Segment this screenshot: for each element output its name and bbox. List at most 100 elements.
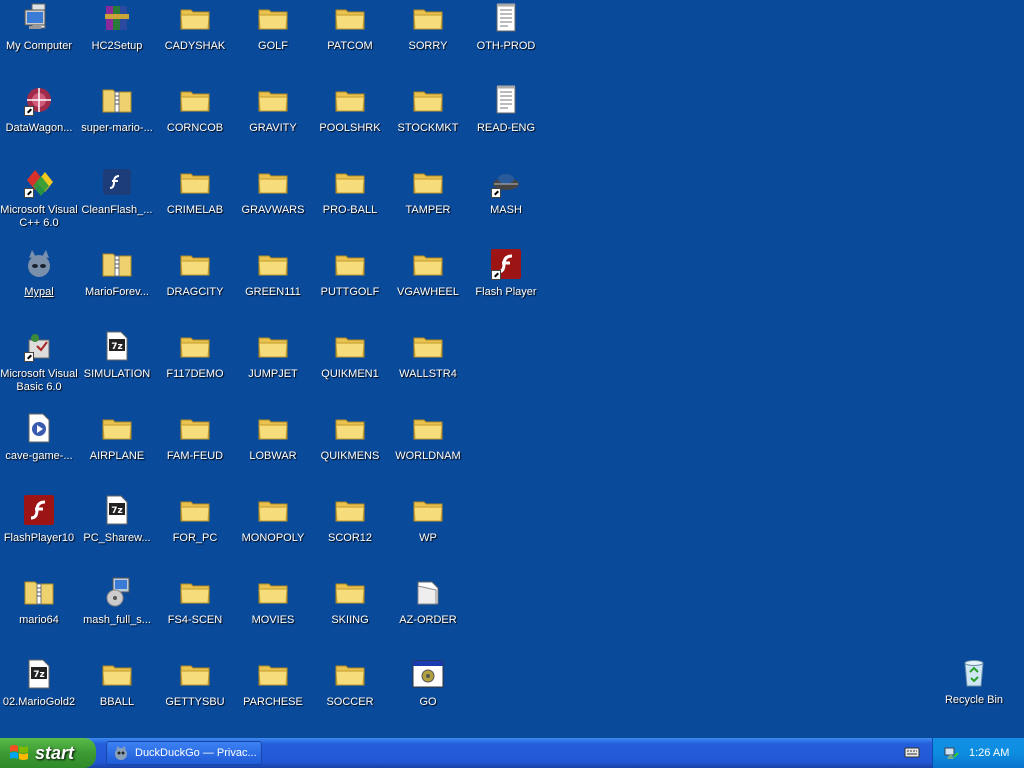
desktop-icon-label: Flash Player [475,286,537,298]
desktop-icon-label: MASH [490,204,522,216]
folderfile-icon [412,576,444,608]
desktop-icon-cave-game[interactable]: cave-game-... [0,412,78,463]
desktop-icon-skiing[interactable]: SKIING [311,576,389,627]
textfile-icon [490,84,522,116]
desktop-icon-f117demo[interactable]: F117DEMO [156,330,234,381]
desktop-icon-gravity[interactable]: GRAVITY [234,84,312,135]
desktop-icon-gettysbu[interactable]: GETTYSBU [156,658,234,709]
desktop-icon-read-eng[interactable]: READ-ENG [467,84,545,135]
desktop-icon-wallstr4[interactable]: WALLSTR4 [389,330,467,381]
desktop-icon-flashplayer10[interactable]: FlashPlayer10 [0,494,78,545]
taskbar-window-title: DuckDuckGo — Privac... [135,747,257,759]
desktop-icon-mash-full-s[interactable]: mash_full_s... [78,576,156,627]
desktop-icon-golf[interactable]: GOLF [234,2,312,53]
desktop-icon-green111[interactable]: GREEN111 [234,248,312,299]
desktop-icon-mypal[interactable]: Mypal [0,248,78,299]
network-icon[interactable] [943,745,959,761]
folder-icon [257,2,289,34]
zipfolder-icon [23,576,55,608]
folder-icon [179,576,211,608]
desktop-icon-for-pc[interactable]: FOR_PC [156,494,234,545]
folder-icon [257,412,289,444]
desktop[interactable]: My Computer DataWagon... Microsoft Visual … [0,0,1024,738]
desktop-icon-simulation[interactable]: 7z SIMULATION [78,330,156,381]
recycle-bin-icon[interactable]: Recycle Bin [935,656,1013,707]
vcpp-icon [23,166,55,198]
zipfolder-icon [101,84,133,116]
desktop-icon-label: mash_full_s... [83,614,151,626]
desktop-icon-az-order[interactable]: AZ-ORDER [389,576,467,627]
folder-icon [334,248,366,280]
desktop-icon-label: mario64 [19,614,59,626]
vb-icon [23,330,55,362]
media-icon [23,412,55,444]
desktop-icon-corncob[interactable]: CORNCOB [156,84,234,135]
desktop-icon-label: GOLF [258,40,288,52]
desktop-icon-quikmen1[interactable]: QUIKMEN1 [311,330,389,381]
desktop-icon-gravwars[interactable]: GRAVWARS [234,166,312,217]
desktop-icon-label: GO [419,696,437,708]
folder-icon [412,494,444,526]
desktop-icon-label: super-mario-... [81,122,153,134]
desktop-icon-airplane[interactable]: AIRPLANE [78,412,156,463]
folder-icon [257,84,289,116]
desktop-icon-tamper[interactable]: TAMPER [389,166,467,217]
datawagon-icon [23,84,55,116]
clock[interactable]: 1:26 AM [969,747,1009,759]
desktop-icon-label: PC_Sharew... [83,532,151,544]
desktop-icon-go[interactable]: GO [389,658,467,709]
desktop-icon-02-mariogold2[interactable]: 7z 02.MarioGold2 [0,658,78,709]
flash-icon [490,248,522,280]
desktop-icon-label: CORNCOB [166,122,224,134]
desktop-icon-crimelab[interactable]: CRIMELAB [156,166,234,217]
desktop-icon-stockmkt[interactable]: STOCKMKT [389,84,467,135]
desktop-icon-dragcity[interactable]: DRAGCITY [156,248,234,299]
desktop-icon-marioforev[interactable]: MarioForev... [78,248,156,299]
folder-icon [257,330,289,362]
start-button[interactable]: start [0,738,96,768]
desktop-icon-label: Microsoft Visual Basic 6.0 [0,368,78,393]
desktop-icon-pro-ball[interactable]: PRO-BALL [311,166,389,217]
desktop-icon-mario64[interactable]: mario64 [0,576,78,627]
desktop-icon-wp[interactable]: WP [389,494,467,545]
desktop-icon-soccer[interactable]: SOCCER [311,658,389,709]
desktop-icon-parchese[interactable]: PARCHESE [234,658,312,709]
desktop-icon-oth-prod[interactable]: OTH-PROD [467,2,545,53]
folder-icon [334,494,366,526]
desktop-icon-datawagon[interactable]: DataWagon... [0,84,78,135]
desktop-icon-scor12[interactable]: SCOR12 [311,494,389,545]
desktop-icon-sorry[interactable]: SORRY [389,2,467,53]
desktop-icon-mash[interactable]: MASH [467,166,545,217]
desktop-icon-vgawheel[interactable]: VGAWHEEL [389,248,467,299]
desktop-icon-super-mario[interactable]: super-mario-... [78,84,156,135]
folder-icon [412,2,444,34]
desktop-icon-movies[interactable]: MOVIES [234,576,312,627]
desktop-icon-bball[interactable]: BBALL [78,658,156,709]
desktop-icon-monopoly[interactable]: MONOPOLY [234,494,312,545]
desktop-icon-jumpjet[interactable]: JUMPJET [234,330,312,381]
desktop-icon-cleanflash[interactable]: CleanFlash_... [78,166,156,217]
desktop-icon-patcom[interactable]: PATCOM [311,2,389,53]
desktop-icon-hc2setup[interactable]: HC2Setup [78,2,156,53]
desktop-icon-lobwar[interactable]: LOBWAR [234,412,312,463]
desktop-icon-puttgolf[interactable]: PUTTGOLF [311,248,389,299]
desktop-icon-microsoft-visual-c-6-0[interactable]: Microsoft Visual C++ 6.0 [0,166,78,230]
desktop-icon-label: SOCCER [326,696,374,708]
desktop-icon-flash-player[interactable]: Flash Player [467,248,545,299]
desktop-icon-pc-sharew[interactable]: 7z PC_Sharew... [78,494,156,545]
desktop-icon-my-computer[interactable]: My Computer [0,2,78,53]
desktop-icon-worldnam[interactable]: WORLDNAM [389,412,467,463]
desktop-icon-label: CADYSHAK [164,40,226,52]
folder-icon [334,412,366,444]
taskbar-window-button[interactable]: DuckDuckGo — Privac... [106,741,262,765]
svg-text:7z: 7z [111,342,123,352]
desktop-icon-microsoft-visual-basic-6-0[interactable]: Microsoft Visual Basic 6.0 [0,330,78,394]
desktop-icon-poolshrk[interactable]: POOLSHRK [311,84,389,135]
desktop-icon-fam-feud[interactable]: FAM-FEUD [156,412,234,463]
desktop-icon-label: F117DEMO [166,368,224,380]
desktop-icon-cadyshak[interactable]: CADYSHAK [156,2,234,53]
desktop-icon-quikmens[interactable]: QUIKMENS [311,412,389,463]
svg-text:7z: 7z [33,670,45,680]
keyboard-icon[interactable] [904,745,920,759]
desktop-icon-fs4-scen[interactable]: FS4-SCEN [156,576,234,627]
